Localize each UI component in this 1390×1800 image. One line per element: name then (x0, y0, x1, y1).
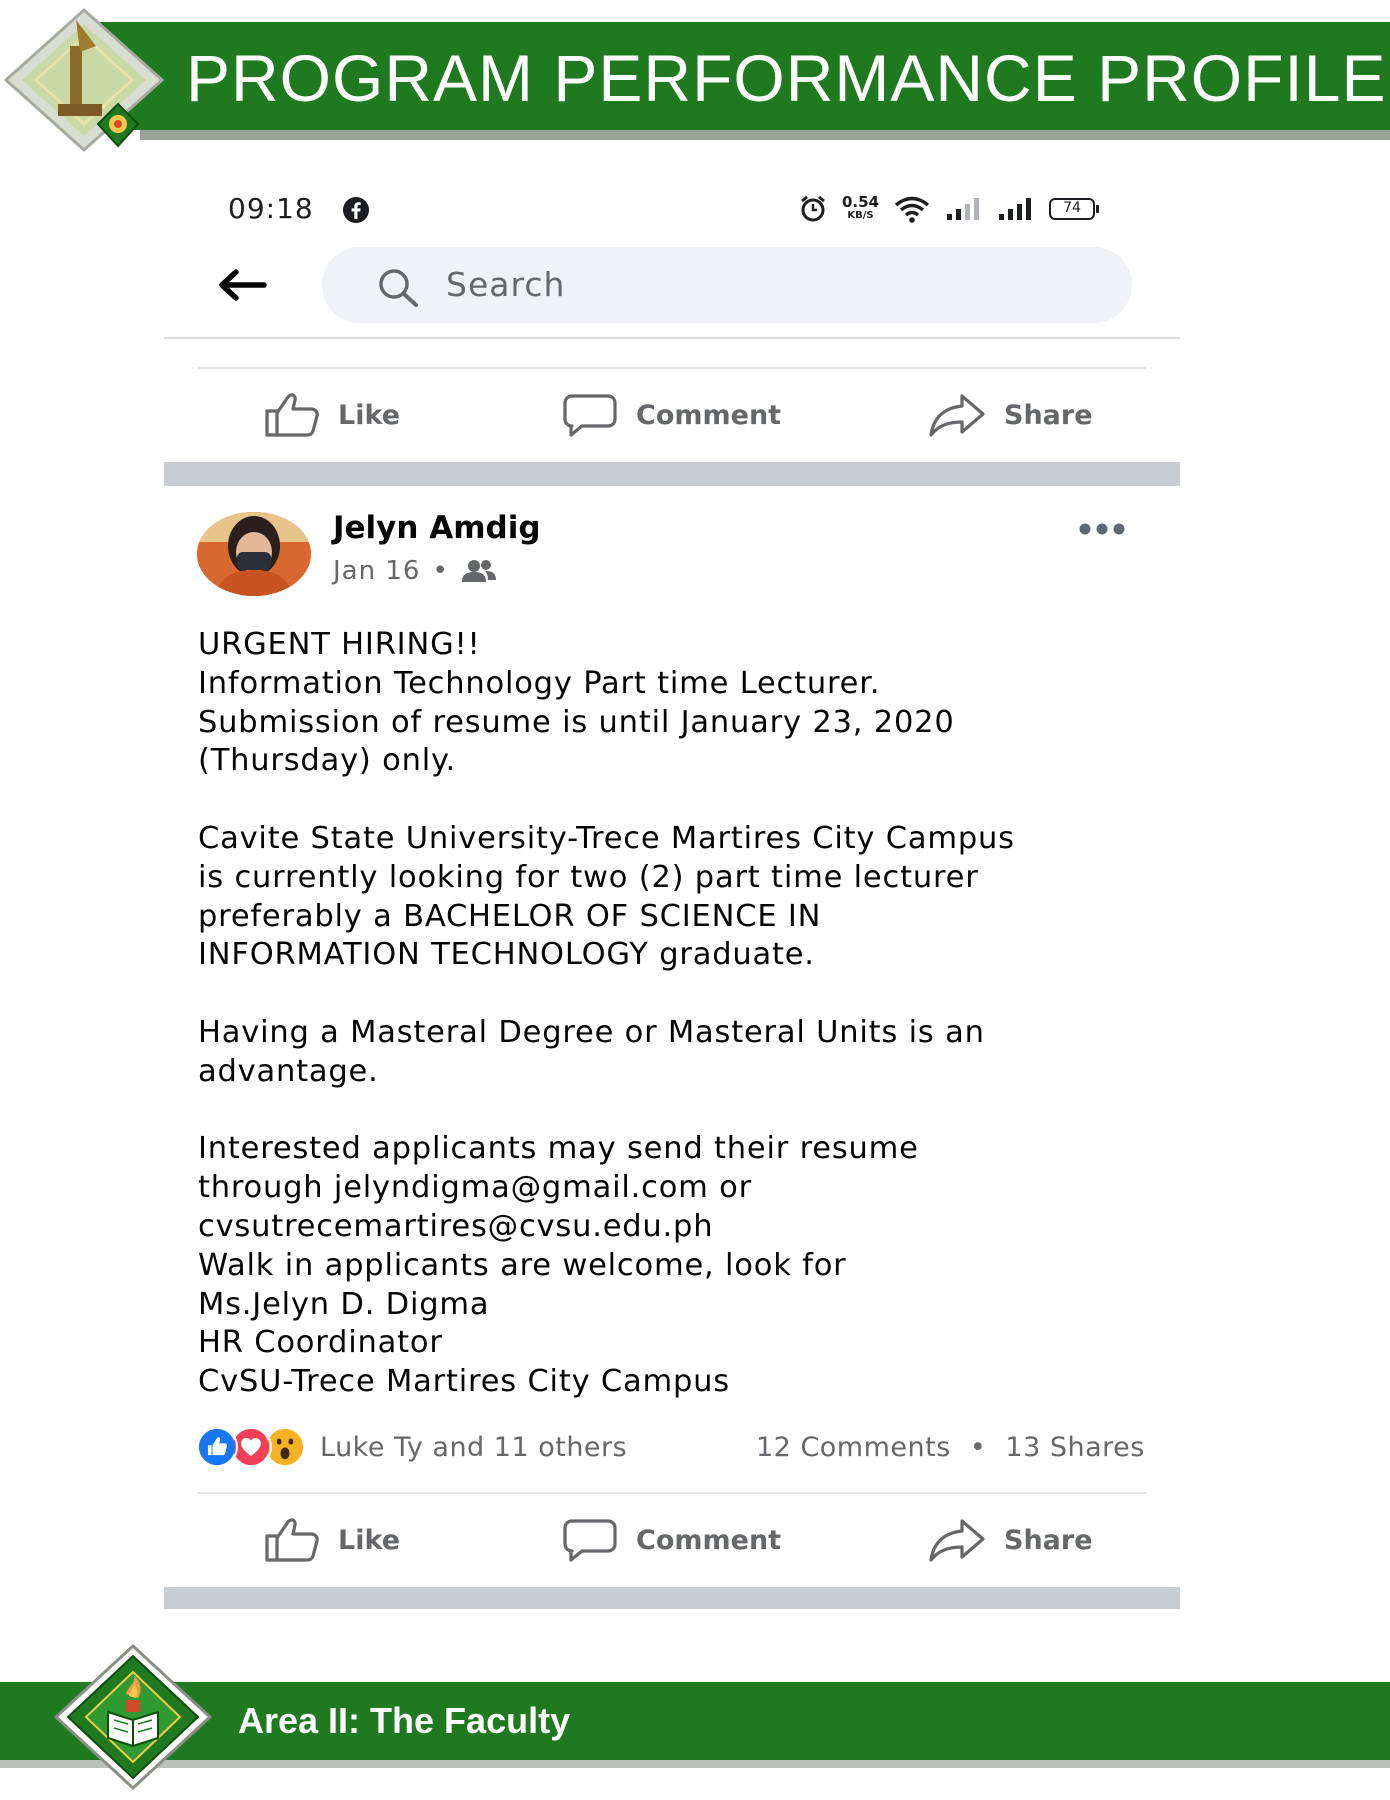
meta-dot: • (969, 1432, 987, 1463)
comments-count-link[interactable]: 12 Comments (756, 1432, 951, 1463)
share-arrow-icon (929, 394, 985, 437)
university-seal-logo (53, 1643, 213, 1791)
university-monument-logo (3, 7, 165, 153)
search-placeholder: Search (446, 265, 566, 304)
comment-button[interactable]: Comment (562, 378, 781, 452)
search-input[interactable]: Search (322, 247, 1132, 323)
back-arrow-icon[interactable] (218, 268, 268, 302)
status-time: 09:18 (228, 192, 314, 225)
like-button[interactable]: Like (264, 1503, 400, 1577)
post-line: advantage. (198, 1053, 379, 1089)
battery-indicator: 74 (1049, 198, 1100, 220)
thumbs-up-icon (265, 1518, 319, 1562)
post-line: Interested applicants may send their res… (198, 1131, 919, 1167)
network-speed: 0.54 KB/S (842, 195, 879, 222)
post-line: through jelyndigma@gmail.com or (198, 1170, 752, 1206)
signal-icon-sim1 (947, 198, 980, 220)
signal-icon-sim2 (999, 198, 1032, 220)
divider (198, 1492, 1146, 1494)
share-label: Share (1004, 399, 1093, 431)
share-arrow-icon (929, 1519, 985, 1562)
page-title: PROGRAM PERFORMANCE PROFILE (186, 41, 1387, 115)
reactions-names: Luke Ty and 11 others (320, 1431, 628, 1463)
post-line: Cavite State University-Trece Martires C… (198, 820, 1015, 856)
comment-button[interactable]: Comment (562, 1503, 781, 1577)
more-options-icon[interactable] (1078, 522, 1126, 536)
like-button[interactable]: Like (264, 378, 400, 452)
feed-separator (164, 462, 1180, 486)
meta-dot: • (432, 556, 449, 586)
post-line: Walk in applicants are welcome, look for (198, 1247, 847, 1283)
post-line: URGENT HIRING!! (198, 627, 481, 662)
status-indicators: 0.54 KB/S 74 (798, 192, 1100, 226)
post-line: is currently looking for two (2) part ti… (198, 859, 979, 895)
divider (164, 337, 1180, 339)
post-action-bar: Like Comment Share (164, 1503, 1180, 1577)
comment-label: Comment (636, 399, 782, 431)
engagement-counts: 12 Comments • 13 Shares (756, 1432, 1145, 1463)
post-line: HR Coordinator (198, 1325, 443, 1361)
post-date[interactable]: Jan 16 (333, 556, 420, 586)
post-line: Having a Masteral Degree or Masteral Uni… (198, 1014, 985, 1050)
post-line: (Thursday) only. (198, 743, 456, 779)
post-text: URGENT HIRING!! Information Technology P… (198, 626, 1158, 1402)
like-label: Like (338, 1524, 401, 1556)
post-line: Submission of resume is until January 23… (198, 704, 955, 740)
alarm-icon (801, 195, 825, 222)
divider (198, 367, 1146, 369)
wifi-icon (894, 196, 930, 223)
post-line: INFORMATION TECHNOLOGY graduate. (198, 937, 815, 973)
reactions-summary[interactable]: Luke Ty and 11 others (196, 1426, 627, 1468)
network-speed-unit: KB/S (847, 210, 874, 221)
comment-label: Comment (636, 1524, 782, 1556)
comment-icon (563, 1519, 617, 1562)
search-icon (379, 269, 418, 307)
post-line: Ms.Jelyn D. Digma (198, 1286, 490, 1322)
facebook-icon (343, 197, 369, 223)
thumbs-up-icon (265, 393, 319, 437)
friends-icon (461, 560, 496, 582)
like-label: Like (338, 399, 401, 431)
post-action-bar: Like Comment Share (164, 378, 1180, 452)
post-line: CvSU-Trece Martires City Campus (198, 1364, 730, 1400)
like-reaction-icon (196, 1426, 238, 1468)
post-line: preferably a BACHELOR OF SCIENCE IN (198, 898, 822, 934)
footer-title: Area II: The Faculty (238, 1700, 571, 1741)
feed-separator (164, 1587, 1180, 1609)
shares-count-link[interactable]: 13 Shares (1005, 1432, 1144, 1463)
post-line: cvsutrecemartires@cvsu.edu.ph (198, 1208, 714, 1244)
share-button[interactable]: Share (928, 378, 1093, 452)
share-button[interactable]: Share (928, 1503, 1093, 1577)
header-band-shadow (140, 130, 1390, 140)
post-meta: Jan 16 • (333, 556, 497, 586)
post-author-name[interactable]: Jelyn Amdig (333, 510, 541, 546)
post-line: Information Technology Part time Lecture… (198, 665, 881, 701)
comment-icon (563, 394, 617, 437)
avatar[interactable] (197, 512, 311, 596)
share-label: Share (1004, 1524, 1093, 1556)
